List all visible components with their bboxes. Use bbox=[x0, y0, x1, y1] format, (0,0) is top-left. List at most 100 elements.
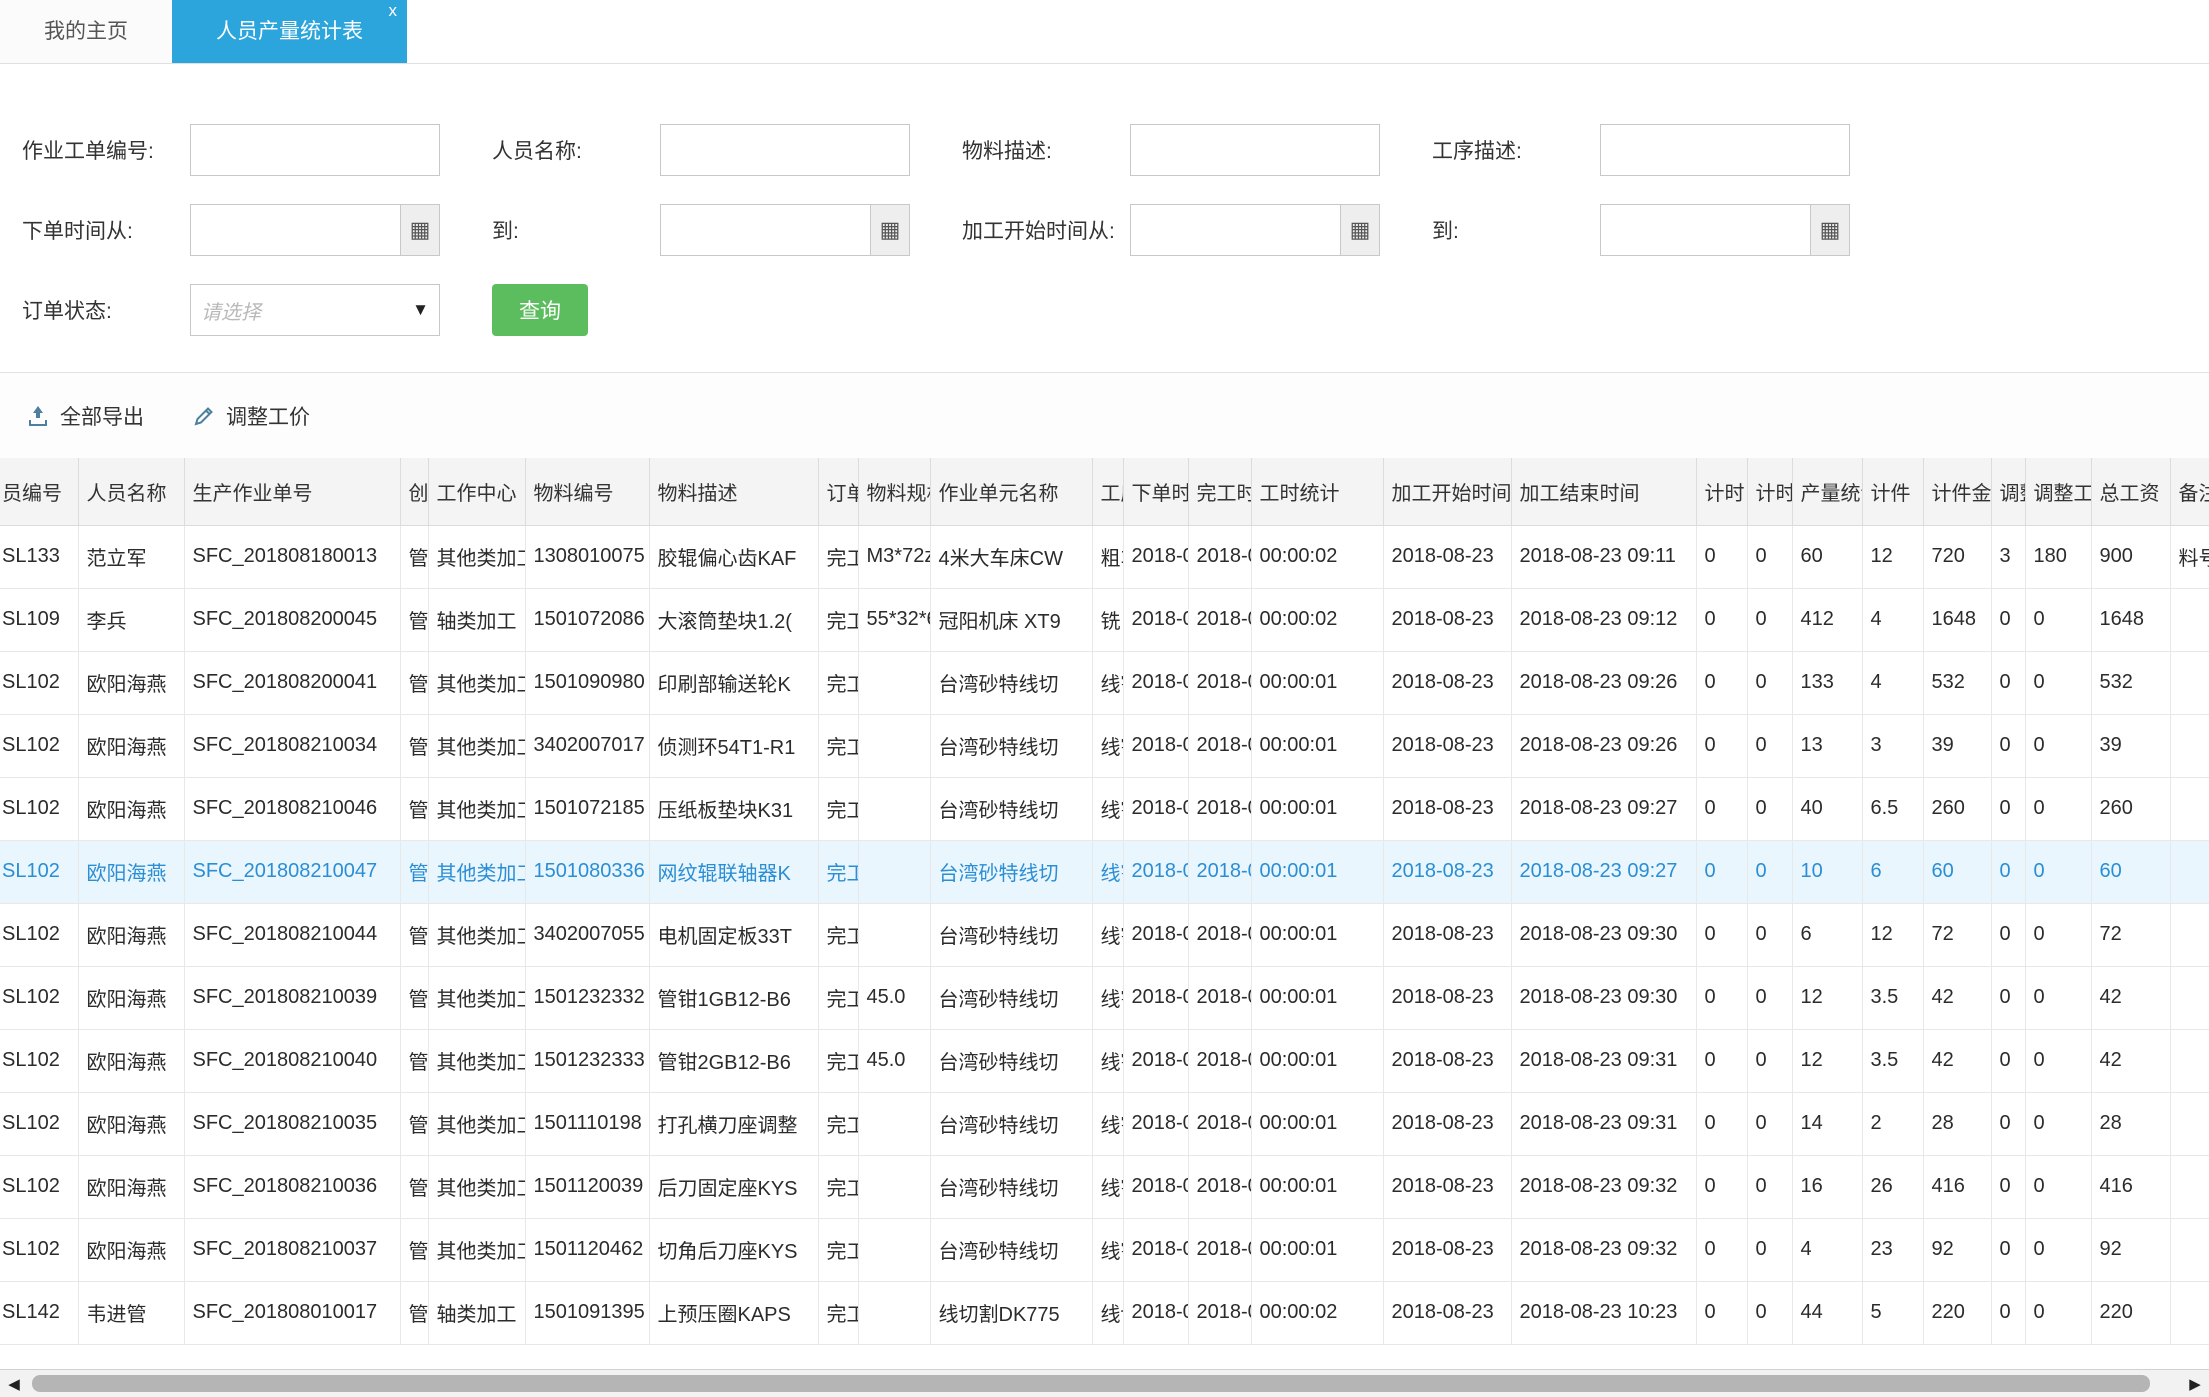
table-cell: 台湾砂特线切 bbox=[929, 965, 1093, 1030]
table-cell: 1648 bbox=[1922, 587, 1992, 652]
table-cell: 2018-08 bbox=[1122, 902, 1189, 967]
adjust-wage-label: 调整工价 bbox=[226, 405, 310, 429]
table-cell: 欧阳海燕 bbox=[77, 965, 185, 1030]
column-header[interactable]: 生产作业单号 bbox=[183, 458, 401, 526]
calendar-icon[interactable]: ▦ bbox=[1810, 204, 1850, 256]
table-cell: 管 bbox=[399, 839, 429, 904]
material-desc-input[interactable] bbox=[1130, 124, 1380, 176]
table-row[interactable]: SL102欧阳海燕SFC_201808210037管其他类加工150112046… bbox=[0, 1217, 2209, 1282]
column-header[interactable]: 物料编号 bbox=[524, 458, 650, 526]
column-header[interactable]: 完工时间 bbox=[1187, 458, 1252, 526]
table-row[interactable]: SL102欧阳海燕SFC_201808210039管其他类加工150123233… bbox=[0, 965, 2209, 1030]
order-time-to-input[interactable] bbox=[660, 204, 870, 256]
column-header[interactable]: 物料规格 bbox=[857, 458, 931, 526]
table-cell: 台湾砂特线切 bbox=[929, 776, 1093, 841]
calendar-icon[interactable]: ▦ bbox=[1340, 204, 1380, 256]
search-button[interactable]: 查询 bbox=[492, 284, 588, 336]
table-cell: 台湾砂特线切 bbox=[929, 1091, 1093, 1156]
tab-output-statistics[interactable]: x 人员产量统计表 bbox=[172, 0, 407, 63]
table-cell: 上预压圈KAPS bbox=[648, 1280, 819, 1345]
table-row[interactable]: SL109 李兵 SFC_201808200045 管轴类加工 1501072086 大滚… bbox=[0, 587, 2209, 652]
calendar-icon[interactable]: ▦ bbox=[870, 204, 910, 256]
export-all-button[interactable]: 全部导出 bbox=[26, 401, 144, 431]
tab-my-home[interactable]: 我的主页 bbox=[0, 0, 172, 63]
work-order-input[interactable] bbox=[190, 124, 440, 176]
table-cell: 16 bbox=[1791, 1154, 1863, 1219]
table-cell: 铣 bbox=[1091, 587, 1124, 652]
table-cell: SL102 bbox=[0, 1217, 79, 1282]
filter-panel: 作业工单编号: 人员名称: 物料描述: 工序描述: 下单时间从: ▦ 到: ▦ … bbox=[0, 64, 2209, 372]
table-row[interactable]: SL102欧阳海燕SFC_201808210034管其他类加工340200701… bbox=[0, 713, 2209, 778]
column-header[interactable]: 加工结束时间 bbox=[1510, 458, 1697, 526]
table-cell: 60 bbox=[2090, 839, 2171, 904]
calendar-icon[interactable]: ▦ bbox=[400, 204, 440, 256]
table-cell: 1501120039 bbox=[524, 1154, 650, 1219]
process-start-to-input[interactable] bbox=[1600, 204, 1810, 256]
process-desc-input[interactable] bbox=[1600, 124, 1850, 176]
table-cell: 45.0 bbox=[857, 1028, 931, 1093]
table-row[interactable]: SL142 韦进管 SFC_201808010017 管轴类加工 1501091395 上… bbox=[0, 1280, 2209, 1345]
horizontal-scrollbar[interactable]: ◀ ▶ bbox=[0, 1369, 2209, 1397]
table-cell: 260 bbox=[1922, 776, 1992, 841]
scroll-right-icon[interactable]: ▶ bbox=[2181, 1370, 2209, 1397]
column-header[interactable]: 计件 bbox=[1861, 458, 1924, 526]
table-row[interactable]: SL102欧阳海燕SFC_201808200041管其他类加工150109098… bbox=[0, 650, 2209, 715]
table-cell: 2018-08 bbox=[1187, 1028, 1252, 1093]
column-header[interactable]: 下单时间 bbox=[1122, 458, 1189, 526]
table-row[interactable]: SL133范立军SFC_201808180013管其他类加工1308010075… bbox=[0, 524, 2209, 589]
column-header[interactable]: 作业单元名称 bbox=[929, 458, 1093, 526]
table-cell bbox=[857, 902, 931, 967]
table-cell: 2018-08 bbox=[1122, 587, 1189, 652]
table-row[interactable]: SL102欧阳海燕SFC_201808210036管其他类加工150112003… bbox=[0, 1154, 2209, 1219]
table-cell: SL102 bbox=[0, 1028, 79, 1093]
table-cell: 电机固定板33T bbox=[648, 902, 819, 967]
table-cell: 其他类加工 bbox=[427, 650, 526, 715]
table-cell: 台湾砂特线切 bbox=[929, 1028, 1093, 1093]
table-row[interactable]: SL102欧阳海燕SFC_201808210035管其他类加工150111019… bbox=[0, 1091, 2209, 1156]
column-header[interactable]: 工序 bbox=[1091, 458, 1124, 526]
scroll-left-icon[interactable]: ◀ bbox=[0, 1370, 28, 1397]
table-row[interactable]: SL102欧阳海燕SFC_201808210046管其他类加工150107218… bbox=[0, 776, 2209, 841]
column-header[interactable]: 工作中心 bbox=[427, 458, 526, 526]
table-cell: 40 bbox=[1791, 776, 1863, 841]
table-cell: 管 bbox=[399, 713, 429, 778]
column-header[interactable]: 产量统计 bbox=[1791, 458, 1863, 526]
table-cell: 92 bbox=[2090, 1217, 2171, 1282]
column-header[interactable]: 计时 bbox=[1746, 458, 1793, 526]
column-header[interactable]: 备注 bbox=[2169, 458, 2209, 526]
scrollbar-thumb[interactable] bbox=[32, 1375, 2150, 1392]
table-cell bbox=[857, 1280, 931, 1345]
column-header[interactable]: 调整工资 bbox=[2024, 458, 2092, 526]
table-cell: 线割 bbox=[1091, 839, 1124, 904]
order-status-select[interactable]: 请选择 ▼ bbox=[190, 284, 440, 336]
person-name-input[interactable] bbox=[660, 124, 910, 176]
table-cell: 0 bbox=[1695, 713, 1748, 778]
table-cell: 后刀固定座KYS bbox=[648, 1154, 819, 1219]
column-header[interactable]: 员编号 bbox=[0, 458, 79, 526]
process-start-from-input[interactable] bbox=[1130, 204, 1340, 256]
adjust-wage-button[interactable]: 调整工价 bbox=[192, 401, 310, 431]
column-header[interactable]: 工时统计 bbox=[1250, 458, 1384, 526]
column-header[interactable]: 总工资 bbox=[2090, 458, 2171, 526]
column-header[interactable]: 加工开始时间 bbox=[1382, 458, 1512, 526]
table-cell: 打孔横刀座调整 bbox=[648, 1091, 819, 1156]
table-cell: 2018-08-23 09:27 bbox=[1510, 776, 1697, 841]
table-row[interactable]: SL102欧阳海燕SFC_201808210040管其他类加工150123233… bbox=[0, 1028, 2209, 1093]
column-header[interactable]: 创 bbox=[399, 458, 429, 526]
table-cell: 10 bbox=[1791, 839, 1863, 904]
column-header[interactable]: 计件金额 bbox=[1922, 458, 1992, 526]
table-cell: 12 bbox=[1861, 524, 1924, 589]
column-header[interactable]: 订单 bbox=[817, 458, 859, 526]
close-icon[interactable]: x bbox=[389, 2, 398, 19]
table-cell: 0 bbox=[1990, 1217, 2026, 1282]
table-row[interactable]: SL102欧阳海燕SFC_201808210047管其他类加工150108033… bbox=[0, 839, 2209, 904]
order-time-from-input[interactable] bbox=[190, 204, 400, 256]
table-cell: 416 bbox=[1922, 1154, 1992, 1219]
column-header[interactable]: 计时 bbox=[1695, 458, 1748, 526]
table-row[interactable]: SL102欧阳海燕SFC_201808210044管其他类加工340200705… bbox=[0, 902, 2209, 967]
column-header[interactable]: 物料描述 bbox=[648, 458, 819, 526]
table-cell: 0 bbox=[1990, 776, 2026, 841]
column-header[interactable]: 调整 bbox=[1990, 458, 2026, 526]
column-header[interactable]: 人员名称 bbox=[77, 458, 185, 526]
table-cell: 管 bbox=[399, 524, 429, 589]
